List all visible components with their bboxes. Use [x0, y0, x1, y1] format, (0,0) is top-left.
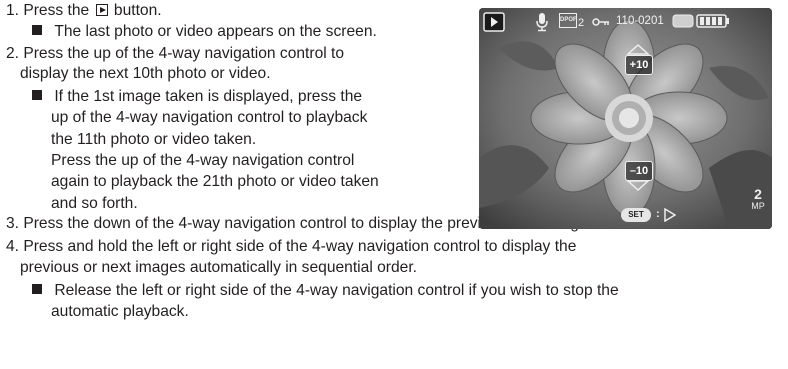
step-2-bullet-line6: and so forth.	[51, 195, 138, 212]
battery-icon	[696, 14, 729, 28]
bullet-square-icon	[32, 25, 42, 35]
step-2-bullet: If the 1st image taken is displayed, pre…	[32, 87, 362, 107]
step-2-bullet-line5: again to playback the 21th photo or vide…	[51, 173, 379, 190]
bullet-square-icon	[32, 284, 42, 294]
plus-ten-label: +10	[625, 55, 653, 75]
down-arrow-icon	[626, 180, 650, 192]
memory-card-icon	[672, 14, 694, 28]
step-2-bullet-line3: the 11th photo or video taken.	[51, 131, 257, 148]
set-button-label: SET	[621, 208, 651, 222]
playback-button-icon	[95, 4, 108, 16]
step-2-bullet-line2: up of the 4-way navigation control to pl…	[51, 109, 368, 126]
bullet-square-icon	[32, 90, 42, 100]
step-2-line2: display the next 10th photo or video.	[20, 65, 271, 82]
step-4-bullet-line2: automatic playback.	[51, 303, 189, 320]
step-4-bullet: Release the left or right side of the 4-…	[32, 281, 619, 301]
step-4-line2: previous or next images automatically in…	[20, 259, 417, 276]
step-4-line1: 4. Press and hold the left or right side…	[6, 238, 577, 255]
step-1-bullet: The last photo or video appears on the s…	[32, 22, 377, 42]
protect-key-icon	[592, 18, 609, 26]
resolution-indicator: 2 MP	[751, 186, 765, 211]
step-1: 1. Press the button.	[6, 2, 162, 19]
file-number: 110-0201	[616, 15, 664, 27]
step-2-bullet-line4: Press the up of the 4-way navigation con…	[51, 152, 355, 169]
print-count: 2	[578, 17, 585, 29]
playback-icon	[483, 12, 505, 32]
step-2-line1: 2. Press the up of the 4-way navigation …	[6, 45, 345, 62]
voice-memo-icon	[536, 13, 548, 32]
camera-playback-screen: DPOF 2 110-0201 +10 –10 SET : 2 MP	[479, 8, 772, 229]
dpof-icon: DPOF	[559, 13, 577, 28]
set-separator: :	[656, 208, 660, 220]
flower-photo	[479, 8, 772, 229]
up-arrow-icon	[626, 43, 650, 55]
minus-ten-label: –10	[625, 161, 653, 181]
play-icon	[664, 208, 676, 222]
